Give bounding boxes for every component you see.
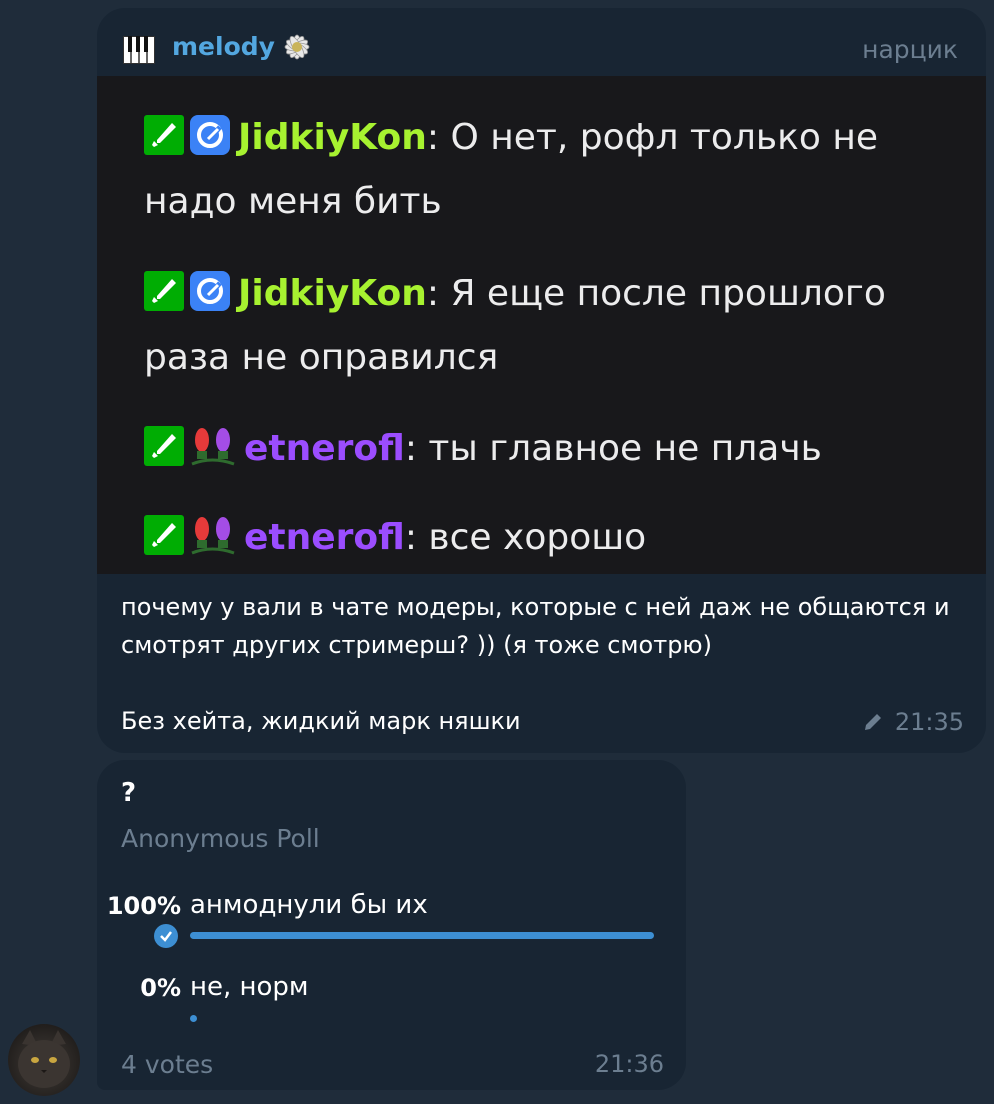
chat-line: etnerofl: ты главное не плачь	[144, 417, 924, 481]
poll-option-percent: 0%	[140, 974, 181, 1002]
poll-question: ?	[121, 778, 137, 808]
caption-text: почему у вали в чате модеры, которые с н…	[121, 593, 950, 659]
poll-bubble[interactable]: ? Anonymous Poll 100% анмоднули бы их 0%…	[97, 760, 686, 1090]
moderator-badge-icon	[144, 271, 184, 311]
chat-username: JidkiyKon	[238, 117, 427, 158]
poll-type-label: Anonymous Poll	[121, 824, 320, 853]
moderator-badge-icon	[144, 115, 184, 155]
chat-text: : ты главное не плачь	[404, 428, 822, 469]
chat-username: etnerofl	[244, 428, 405, 469]
poll-votes-count[interactable]: 4 votes	[121, 1050, 213, 1079]
message-bubble[interactable]: melody нарцик JidkiyKon: О нет, рофл тол…	[97, 8, 986, 753]
chat-text: : все хорошо	[404, 517, 647, 558]
moderator-badge-icon	[144, 426, 184, 466]
poll-option-bar	[190, 932, 654, 939]
christmas-lights-icon	[191, 517, 235, 555]
turbo-badge-icon	[190, 115, 230, 155]
avatar[interactable]	[8, 1024, 80, 1096]
sender-name[interactable]: melody	[172, 32, 275, 61]
chat-line: JidkiyKon: О нет, рофл только не надо ме…	[144, 106, 924, 234]
check-icon	[154, 924, 178, 948]
christmas-lights-icon	[191, 428, 235, 466]
chat-username: JidkiyKon	[238, 273, 427, 314]
author-signature: нарцик	[862, 35, 958, 64]
message-meta: 21:35	[863, 708, 964, 736]
flower-icon	[284, 34, 310, 60]
poll-option-text[interactable]: не, норм	[190, 972, 309, 1002]
chat-line: JidkiyKon: Я еще после прошлого раза не …	[144, 262, 924, 390]
moderator-badge-icon	[144, 515, 184, 555]
turbo-badge-icon	[190, 271, 230, 311]
caption-text: Без хейта, жидкий марк няшки	[121, 707, 521, 735]
message-caption: почему у вали в чате модеры, которые с н…	[121, 588, 961, 740]
poll-option-percent: 100%	[106, 892, 181, 920]
chat-screenshot-image[interactable]: JidkiyKon: О нет, рофл только не надо ме…	[97, 76, 986, 574]
message-time: 21:36	[594, 1050, 664, 1078]
cat-avatar-image	[18, 1030, 70, 1088]
pencil-icon	[864, 714, 881, 730]
message-time: 21:35	[894, 708, 964, 736]
piano-icon	[123, 36, 155, 64]
chat-username: etnerofl	[244, 517, 405, 558]
poll-option-text[interactable]: анмоднули бы их	[190, 890, 428, 920]
chat-line: etnerofl: все хорошо	[144, 506, 924, 570]
poll-option-bar	[190, 1015, 197, 1022]
